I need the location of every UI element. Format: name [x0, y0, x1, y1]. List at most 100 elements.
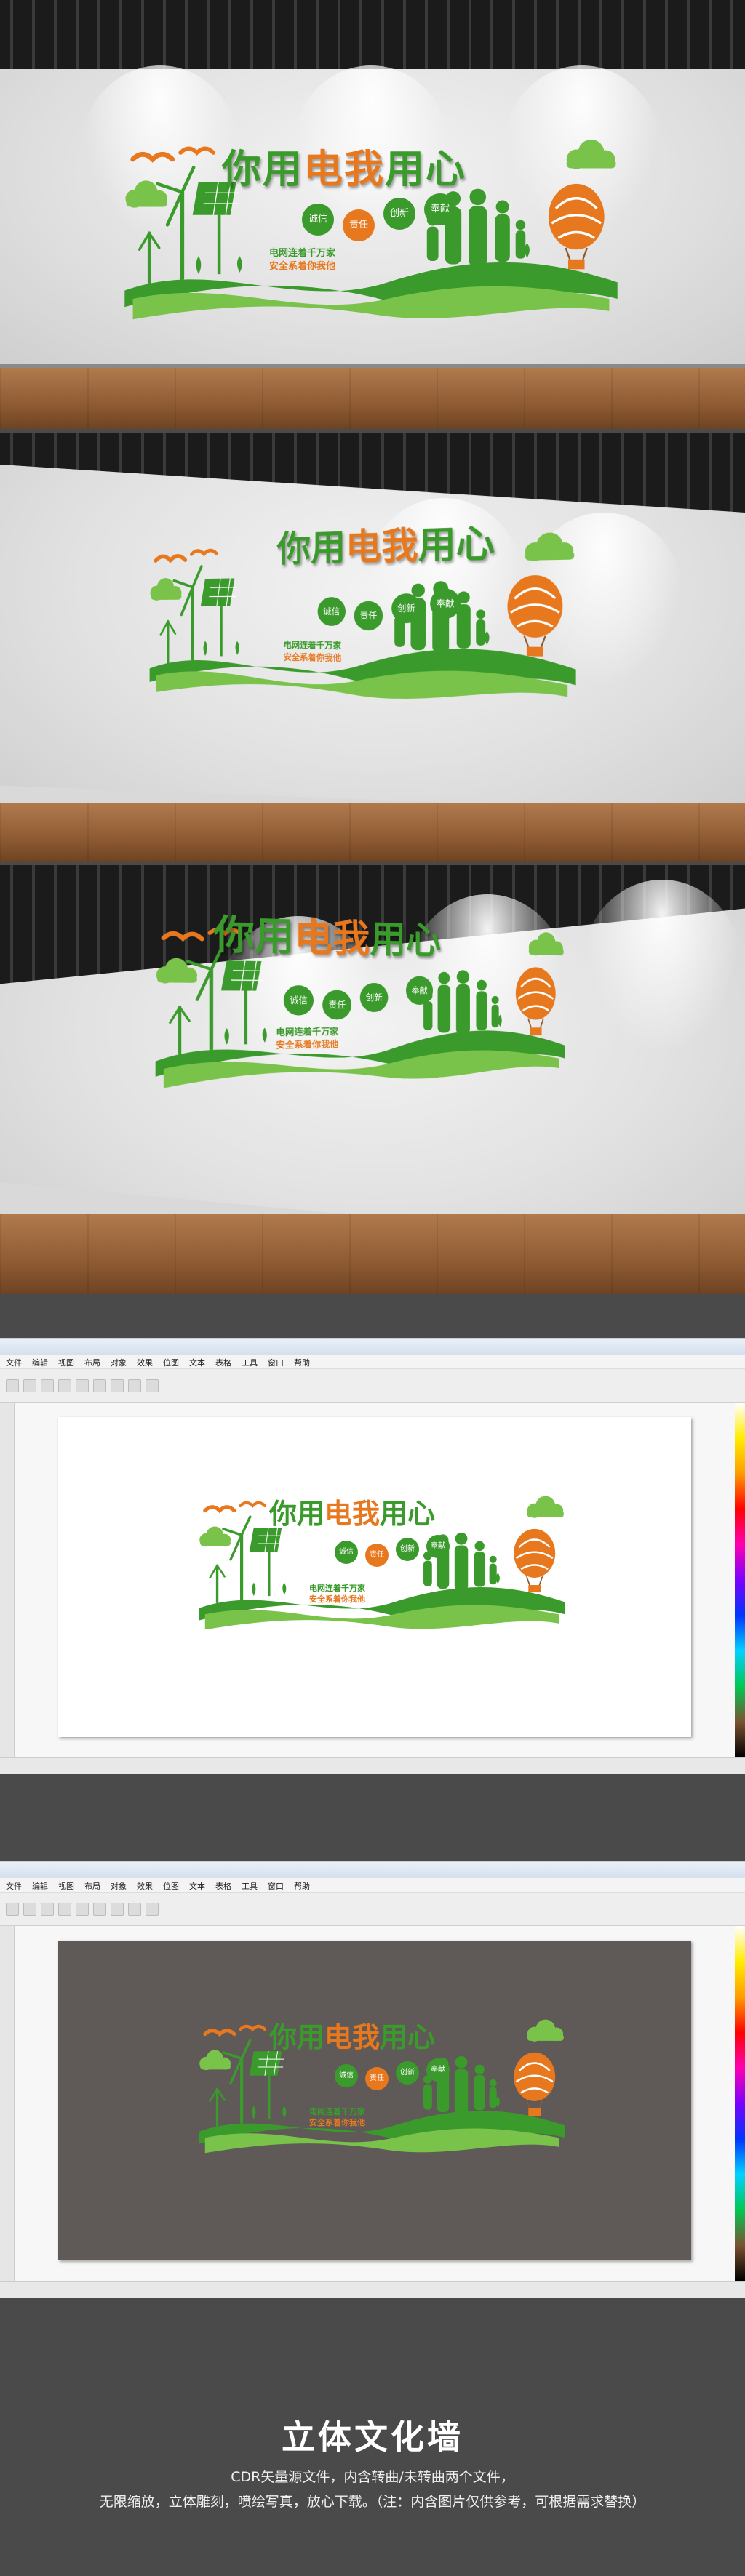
value-badge: 责任	[343, 209, 375, 241]
menu-item[interactable]: 位图	[163, 1880, 179, 1891]
undo-icon[interactable]	[76, 1902, 89, 1916]
page-sheet: 你用电我用心 诚信 责任 创新 奉献 电网连着千万家 安全系着你我他	[58, 1417, 691, 1737]
value-badge: 奉献	[405, 976, 434, 1005]
value-badge: 诚信	[283, 985, 314, 1016]
slogan-line-1: 电网连着千万家	[309, 2107, 365, 2116]
menu-item[interactable]: 文件	[6, 1880, 22, 1891]
wood-floor	[0, 803, 745, 862]
title-orange: 电我	[324, 2021, 381, 2053]
menu-item[interactable]: 效果	[137, 1357, 153, 1368]
menu-item[interactable]: 位图	[163, 1357, 179, 1368]
title-green-2: 用心	[385, 146, 466, 192]
open-file-icon[interactable]	[23, 1902, 36, 1916]
value-badge: 诚信	[335, 2064, 358, 2087]
new-file-icon[interactable]	[6, 1379, 19, 1392]
drawing-canvas[interactable]: 你用电我用心 诚信 责任 创新 奉献 电网连着千万家 安全系着你我他	[15, 1403, 735, 1757]
page: 你用电我用心 诚信 责任 创新 奉献 电网连着千万家 安全系着你我他 你用电我用…	[0, 0, 745, 2576]
menu-item[interactable]: 布局	[84, 1357, 100, 1368]
slogan: 电网连着千万家 安全系着你我他	[284, 639, 341, 665]
open-file-icon[interactable]	[23, 1379, 36, 1392]
menu-item[interactable]: 工具	[242, 1357, 258, 1368]
import-icon[interactable]	[111, 1379, 124, 1392]
export-icon[interactable]	[128, 1379, 141, 1392]
value-badge: 创新	[396, 1538, 419, 1561]
design-app-window-2: 文件 编辑 视图 布局 对象 效果 位图 文本 表格 工具 窗口 帮助 你用电我…	[0, 1861, 745, 2298]
color-palette[interactable]	[735, 1403, 745, 1757]
title-green-1: 你用	[222, 146, 303, 192]
title-green-1: 你用	[269, 2021, 325, 2053]
drawing-canvas[interactable]: 你用电我用心 诚信 责任 创新 奉献 电网连着千万家 安全系着你我他	[15, 1926, 735, 2281]
menu-item[interactable]: 窗口	[268, 1880, 284, 1891]
slogan: 电网连着千万家 安全系着你我他	[276, 1026, 338, 1052]
culture-wall-sign: 你用电我用心 诚信 责任 创新 奉献 电网连着千万家 安全系着你我他	[143, 503, 584, 733]
menu-item[interactable]: 窗口	[268, 1357, 284, 1368]
footer-description-1: CDR矢量源文件，内含转曲/未转曲两个文件，	[231, 2469, 514, 2485]
value-badge: 奉献	[430, 588, 461, 619]
menu-item[interactable]: 文件	[6, 1357, 22, 1368]
culture-wall-sign: 你用电我用心 诚信 责任 创新 奉献 电网连着千万家 安全系着你我他	[116, 131, 626, 327]
window-titlebar	[0, 1339, 745, 1355]
import-icon[interactable]	[111, 1902, 124, 1916]
zoom-icon[interactable]	[146, 1379, 159, 1392]
title-orange: 电我	[324, 1498, 381, 1530]
export-icon[interactable]	[128, 1902, 141, 1916]
undo-icon[interactable]	[76, 1379, 89, 1392]
save-icon[interactable]	[41, 1902, 54, 1916]
title-green-2: 用心	[418, 521, 495, 568]
slogan-line-1: 电网连着千万家	[309, 1584, 365, 1593]
menu-item[interactable]: 编辑	[32, 1880, 48, 1891]
status-bar	[0, 2281, 745, 2298]
redo-icon[interactable]	[93, 1379, 106, 1392]
color-palette[interactable]	[735, 1926, 745, 2281]
value-badges: 诚信 责任 创新 奉献	[335, 2055, 480, 2090]
status-bar	[0, 1757, 745, 1774]
slogan-line-2: 安全系着你我他	[269, 261, 336, 272]
menu-item[interactable]: 编辑	[32, 1357, 48, 1368]
menu-item[interactable]: 工具	[242, 1880, 258, 1891]
value-badge: 责任	[365, 2067, 389, 2090]
sign-title: 你用电我用心	[222, 137, 466, 194]
menu-item[interactable]: 表格	[215, 1357, 231, 1368]
page-sheet: 你用电我用心 诚信 责任 创新 奉献 电网连着千万家 安全系着你我他	[58, 1941, 691, 2260]
footer-description-2: 无限缩放，立体雕刻，喷绘写真，放心下载。（注：内含图片仅供参考，可根据需求替换）	[99, 2494, 646, 2510]
value-badge: 诚信	[335, 1541, 358, 1564]
menu-item[interactable]: 表格	[215, 1880, 231, 1891]
menu-item[interactable]: 帮助	[294, 1357, 310, 1368]
menu-item[interactable]: 对象	[111, 1880, 127, 1891]
slogan: 电网连着千万家 安全系着你我他	[309, 1583, 365, 1605]
title-green-1: 你用	[213, 912, 295, 960]
slogan-line-2: 安全系着你我他	[276, 1038, 339, 1051]
sign-title: 你用电我用心	[277, 513, 495, 571]
zoom-icon[interactable]	[146, 1902, 159, 1916]
menu-item[interactable]: 文本	[189, 1357, 205, 1368]
menu-item[interactable]: 帮助	[294, 1880, 310, 1891]
menu-item[interactable]: 对象	[111, 1357, 127, 1368]
value-badge: 创新	[359, 982, 389, 1013]
spotlight	[582, 880, 742, 1054]
slogan-line-2: 安全系着你我他	[309, 1594, 365, 1604]
title-green-2: 用心	[370, 918, 442, 963]
menu-item[interactable]: 效果	[137, 1880, 153, 1891]
title-green-1: 你用	[269, 1498, 325, 1530]
value-badge: 诚信	[302, 204, 334, 236]
print-icon[interactable]	[58, 1379, 71, 1392]
menu-bar: 文件 编辑 视图 布局 对象 效果 位图 文本 表格 工具 窗口 帮助	[0, 1878, 745, 1893]
menu-item[interactable]: 文本	[189, 1880, 205, 1891]
menu-item[interactable]: 布局	[84, 1880, 100, 1891]
sign-title: 你用电我用心	[213, 902, 441, 965]
menu-item[interactable]: 视图	[58, 1357, 74, 1368]
slogan-line-2: 安全系着你我他	[309, 2118, 365, 2127]
menu-bar: 文件 编辑 视图 布局 对象 效果 位图 文本 表格 工具 窗口 帮助	[0, 1355, 745, 1369]
slogan-line-1: 电网连着千万家	[276, 1026, 339, 1038]
mockup-room-3: 你用电我用心 诚信 责任 创新 奉献 电网连着千万家 安全系着你我他	[0, 865, 745, 1294]
title-orange: 电我	[294, 915, 370, 962]
new-file-icon[interactable]	[6, 1902, 19, 1916]
redo-icon[interactable]	[93, 1902, 106, 1916]
value-badge: 诚信	[317, 597, 346, 626]
menu-item[interactable]: 视图	[58, 1880, 74, 1891]
wood-floor	[0, 1214, 745, 1294]
save-icon[interactable]	[41, 1379, 54, 1392]
culture-wall-sign: 你用电我用心 诚信 责任 创新 奉献 电网连着千万家 安全系着你我他	[147, 883, 570, 1123]
value-badge: 奉献	[426, 2058, 450, 2082]
print-icon[interactable]	[58, 1902, 71, 1916]
